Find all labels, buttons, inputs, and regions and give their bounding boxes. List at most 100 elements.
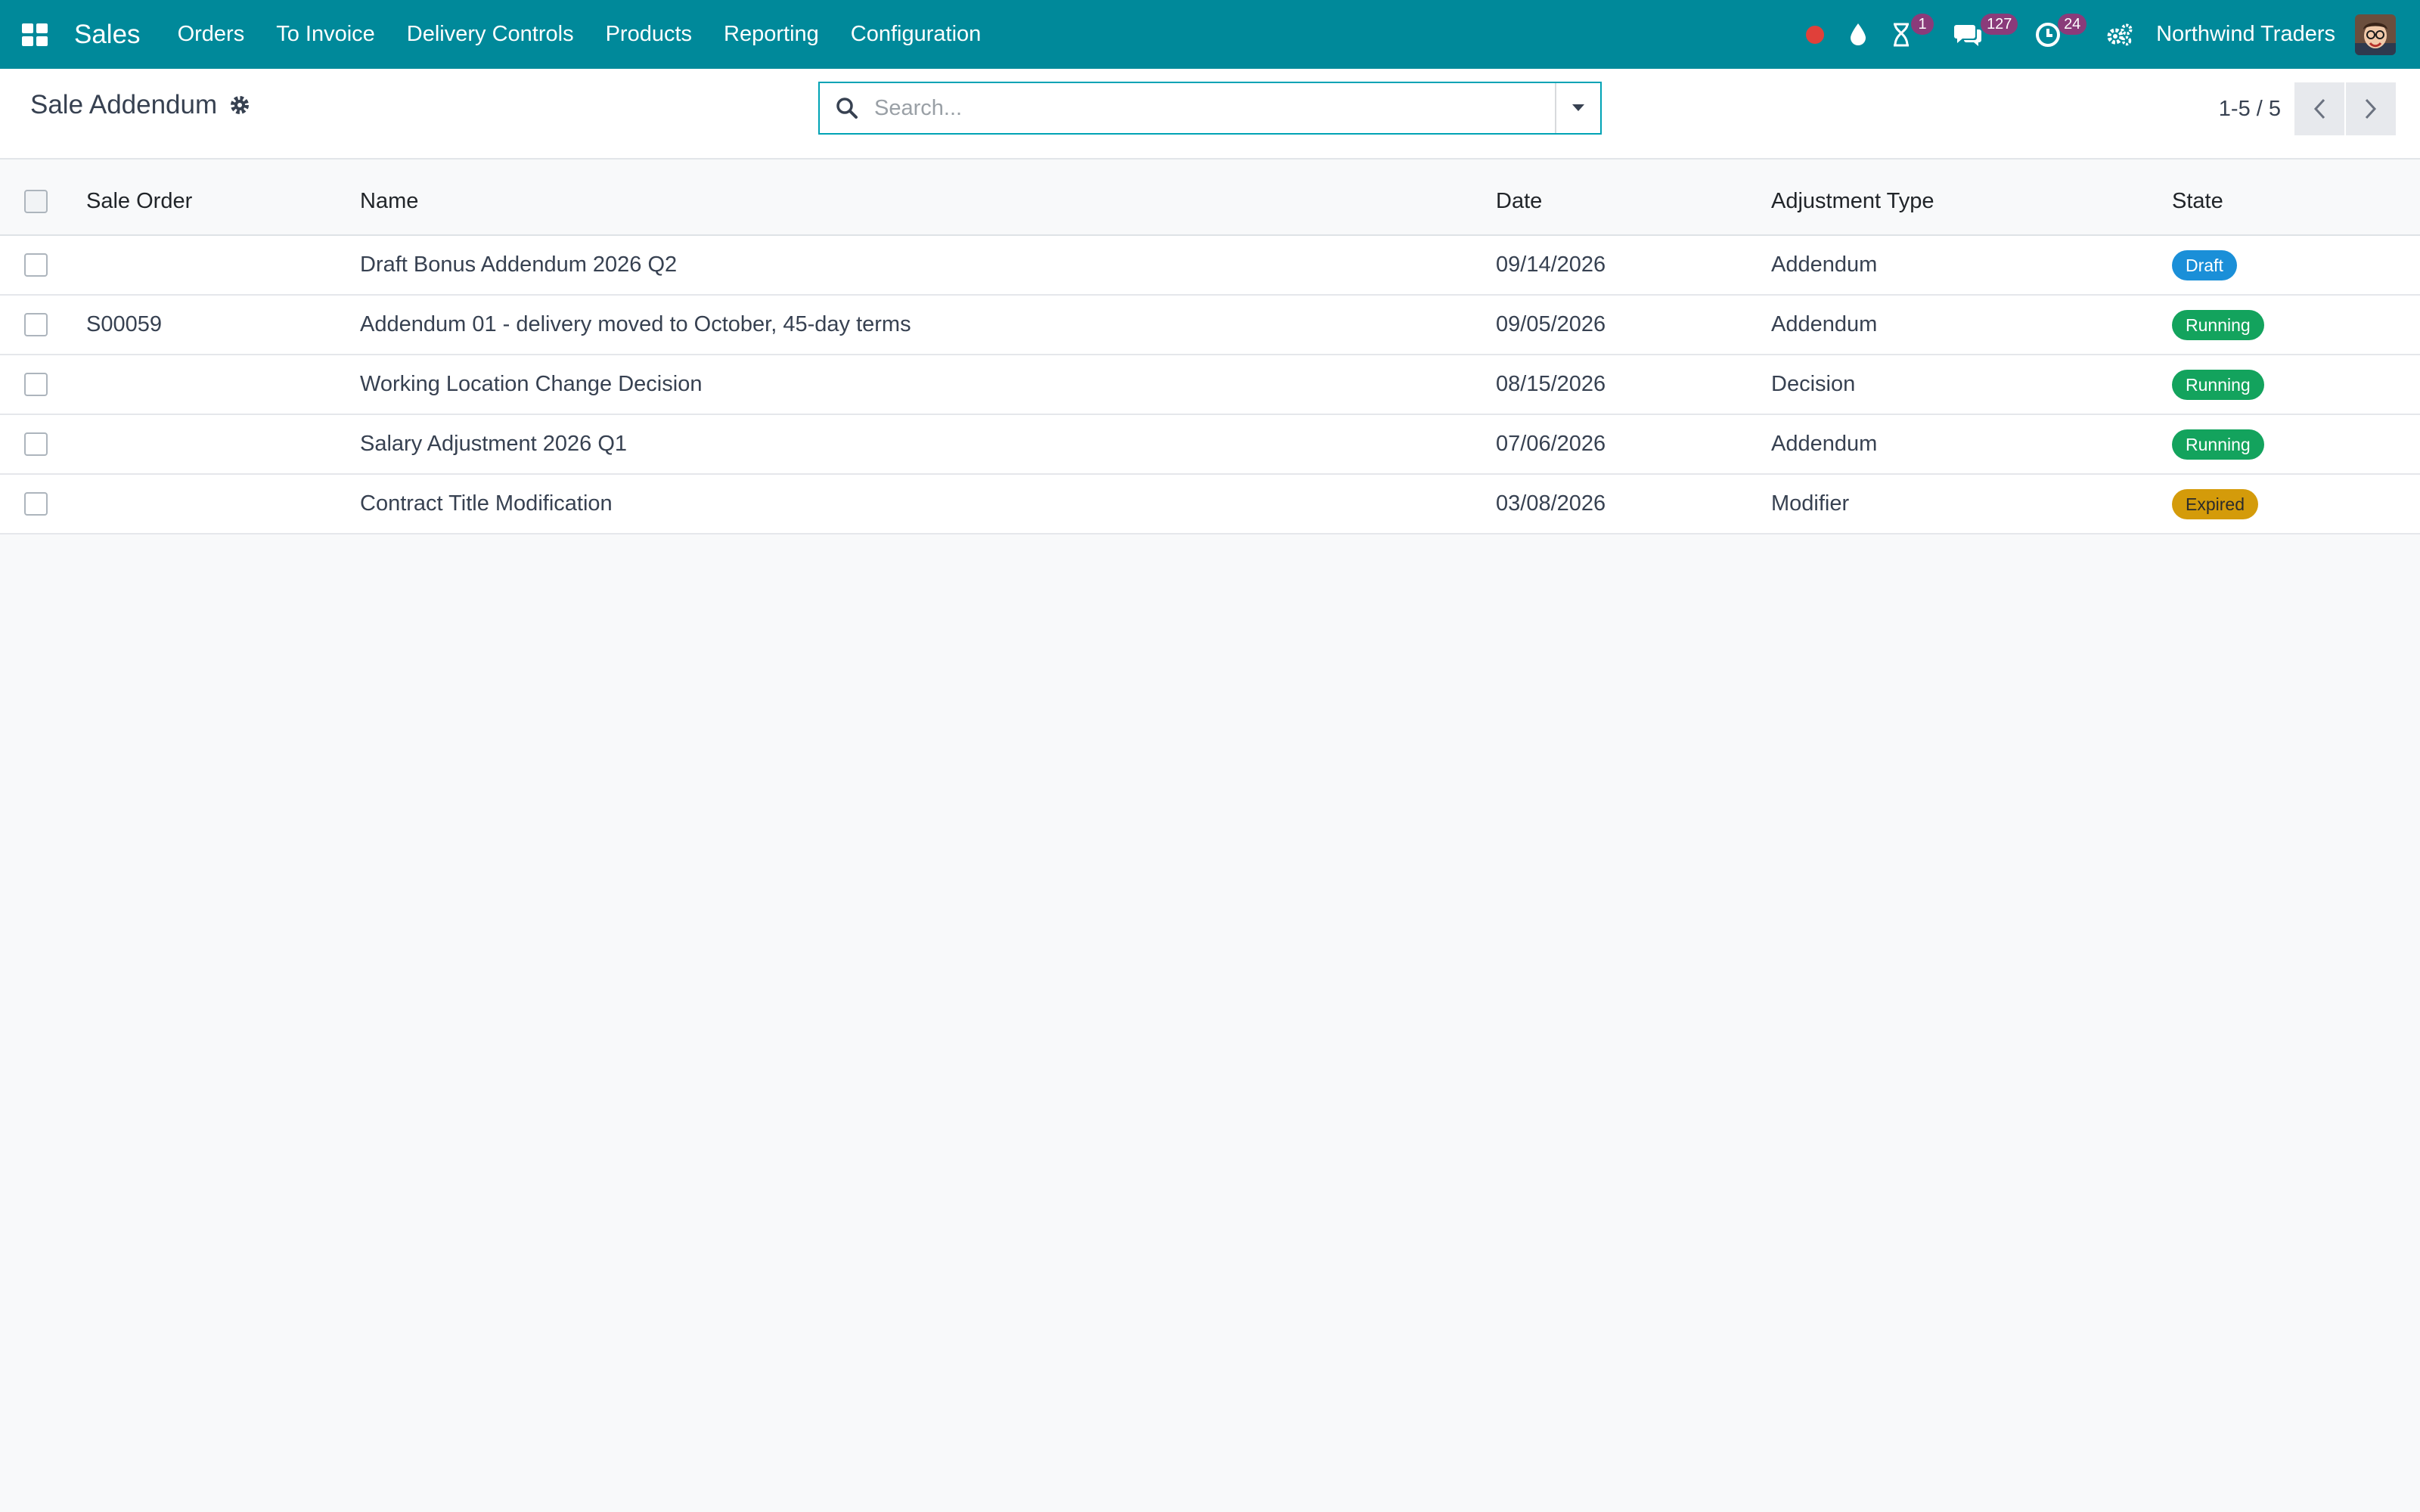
- cell-sale-order[interactable]: [86, 414, 360, 474]
- breadcrumb: Sale Addendum: [30, 90, 250, 120]
- chat-icon: [1954, 24, 1982, 46]
- caret-down-icon: [1572, 104, 1584, 111]
- select-all-checkbox[interactable]: [24, 189, 48, 213]
- cell-date[interactable]: 07/06/2026: [1496, 414, 1771, 474]
- row-select-cell: [0, 235, 86, 295]
- page-title: Sale Addendum: [30, 90, 218, 119]
- table-row[interactable]: Contract Title Modification 03/08/2026 M…: [0, 474, 2420, 534]
- pager-previous-button[interactable]: [2294, 82, 2344, 135]
- cell-date[interactable]: 09/14/2026: [1496, 235, 1771, 295]
- row-checkbox[interactable]: [24, 373, 48, 396]
- cell-name[interactable]: Salary Adjustment 2026 Q1: [360, 414, 1496, 474]
- cell-state[interactable]: Running: [2172, 355, 2420, 414]
- timer-button[interactable]: 24: [2023, 0, 2094, 69]
- pager-next-button[interactable]: [2346, 82, 2396, 135]
- cell-date[interactable]: 09/05/2026: [1496, 295, 1771, 355]
- menu-item-products[interactable]: Products: [590, 22, 708, 47]
- cell-state[interactable]: Running: [2172, 295, 2420, 355]
- app-name[interactable]: Sales: [74, 20, 141, 50]
- column-header-date[interactable]: Date: [1496, 168, 1771, 235]
- actions-gear-button[interactable]: [229, 94, 250, 116]
- cell-date[interactable]: 08/15/2026: [1496, 355, 1771, 414]
- cell-adjustment-type[interactable]: Addendum: [1771, 414, 2172, 474]
- search-icon: [820, 97, 874, 119]
- menu-item-to-invoice[interactable]: To Invoice: [260, 22, 391, 47]
- messages-button[interactable]: 127: [1941, 0, 2023, 69]
- column-header-sale-order[interactable]: Sale Order: [86, 168, 360, 235]
- row-select-cell: [0, 355, 86, 414]
- cell-date[interactable]: 03/08/2026: [1496, 474, 1771, 534]
- status-badge: Draft: [2172, 249, 2237, 280]
- cell-name[interactable]: Contract Title Modification: [360, 474, 1496, 534]
- cell-adjustment-type[interactable]: Addendum: [1771, 235, 2172, 295]
- company-switcher[interactable]: Northwind Traders: [2145, 22, 2355, 47]
- activities-button[interactable]: 1: [1879, 0, 1941, 69]
- search-bar: [818, 82, 1602, 135]
- apps-grid-icon: [22, 23, 48, 46]
- cell-name[interactable]: Draft Bonus Addendum 2026 Q2: [360, 235, 1496, 295]
- cell-state[interactable]: Expired: [2172, 474, 2420, 534]
- cell-sale-order[interactable]: S00059: [86, 295, 360, 355]
- menu-item-delivery-controls[interactable]: Delivery Controls: [391, 22, 590, 47]
- messages-counter: 127: [1981, 14, 2018, 35]
- addendum-table: Sale Order Name Date Adjustment Type Sta…: [0, 168, 2420, 534]
- main-menu: Orders To Invoice Delivery Controls Prod…: [162, 22, 997, 47]
- top-navbar: Sales Orders To Invoice Delivery Control…: [0, 0, 2420, 69]
- select-all-cell: [0, 168, 86, 235]
- status-badge: Expired: [2172, 488, 2258, 519]
- chevron-left-icon: [2313, 98, 2325, 119]
- hourglass-icon: [1894, 23, 1910, 46]
- gear-icon: [231, 96, 250, 114]
- menu-item-reporting[interactable]: Reporting: [708, 22, 835, 47]
- row-select-cell: [0, 295, 86, 355]
- row-checkbox[interactable]: [24, 492, 48, 516]
- drop-button[interactable]: [1837, 0, 1879, 69]
- control-panel: Sale Addendum 1-5 / 5: [0, 69, 2420, 160]
- table-row[interactable]: Working Location Change Decision 08/15/2…: [0, 355, 2420, 414]
- row-select-cell: [0, 474, 86, 534]
- column-header-name[interactable]: Name: [360, 168, 1496, 235]
- cell-adjustment-type[interactable]: Decision: [1771, 355, 2172, 414]
- search-options-toggle[interactable]: [1555, 83, 1600, 133]
- gears-icon: [2107, 23, 2133, 45]
- status-badge: Running: [2172, 369, 2264, 400]
- table-header-row: Sale Order Name Date Adjustment Type Sta…: [0, 168, 2420, 235]
- table-row[interactable]: Salary Adjustment 2026 Q1 07/06/2026 Add…: [0, 414, 2420, 474]
- cell-adjustment-type[interactable]: Addendum: [1771, 295, 2172, 355]
- settings-switch-button[interactable]: [2094, 0, 2145, 69]
- systray: 1 127 24 Northwind Traders: [1793, 0, 2420, 69]
- recording-button[interactable]: [1793, 0, 1837, 69]
- menu-item-configuration[interactable]: Configuration: [835, 22, 997, 47]
- apps-menu-button[interactable]: [0, 0, 70, 69]
- activities-counter: 1: [1911, 14, 1934, 35]
- row-checkbox[interactable]: [24, 432, 48, 456]
- column-header-state[interactable]: State: [2172, 168, 2420, 235]
- cell-adjustment-type[interactable]: Modifier: [1771, 474, 2172, 534]
- list-view: Sale Order Name Date Adjustment Type Sta…: [0, 168, 2420, 534]
- row-select-cell: [0, 414, 86, 474]
- cell-name[interactable]: Addendum 01 - delivery moved to October,…: [360, 295, 1496, 355]
- table-row[interactable]: Draft Bonus Addendum 2026 Q2 09/14/2026 …: [0, 235, 2420, 295]
- chevron-right-icon: [2365, 98, 2377, 119]
- status-badge: Running: [2172, 309, 2264, 340]
- pager-value[interactable]: 1-5 / 5: [2219, 97, 2281, 122]
- cell-sale-order[interactable]: [86, 355, 360, 414]
- table-row[interactable]: S00059 Addendum 01 - delivery moved to O…: [0, 295, 2420, 355]
- cell-name[interactable]: Working Location Change Decision: [360, 355, 1496, 414]
- drop-icon: [1851, 23, 1866, 45]
- column-header-adjustment-type[interactable]: Adjustment Type: [1771, 168, 2172, 235]
- clock-icon: [2036, 22, 2061, 47]
- cell-state[interactable]: Running: [2172, 414, 2420, 474]
- status-badge: Running: [2172, 429, 2264, 460]
- menu-item-orders[interactable]: Orders: [162, 22, 261, 47]
- cell-sale-order[interactable]: [86, 235, 360, 295]
- row-checkbox[interactable]: [24, 313, 48, 336]
- record-dot-icon: [1806, 25, 1825, 44]
- pager: 1-5 / 5: [2219, 82, 2396, 135]
- cell-state[interactable]: Draft: [2172, 235, 2420, 295]
- row-checkbox[interactable]: [24, 253, 48, 277]
- user-avatar[interactable]: [2355, 14, 2396, 55]
- cell-sale-order[interactable]: [86, 474, 360, 534]
- timer-counter: 24: [2058, 14, 2087, 35]
- search-input[interactable]: [874, 83, 1555, 133]
